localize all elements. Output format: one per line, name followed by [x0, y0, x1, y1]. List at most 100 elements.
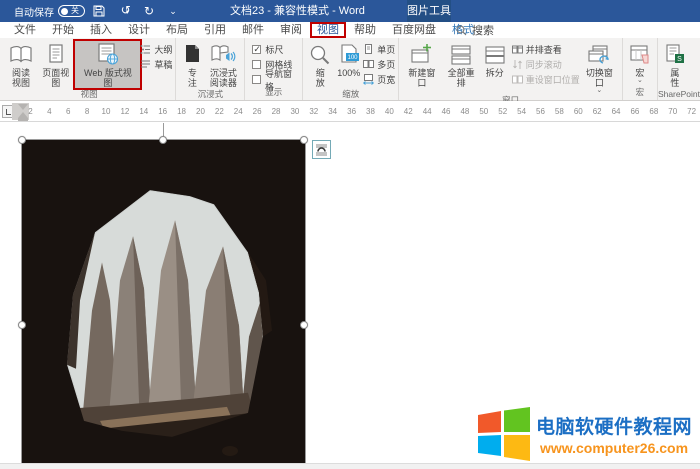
- tab-mailings[interactable]: 邮件: [234, 23, 272, 38]
- autosave-toggle[interactable]: 关: [58, 5, 85, 17]
- search-icon: [456, 25, 467, 36]
- group-show: 标尺 网格线 导航窗格 显示: [245, 38, 303, 100]
- search-control[interactable]: 搜索: [456, 22, 494, 38]
- redo-icon[interactable]: ↻: [141, 4, 157, 18]
- undo-caret-icon[interactable]: ▾: [126, 9, 130, 16]
- print-layout-label: 页面视图: [39, 68, 72, 88]
- immersive-reader-icon: [210, 42, 236, 67]
- group-zoom: 缩放 100 100% 单页 多页 页宽: [303, 38, 399, 100]
- group-macros: 宏 ⌄ 宏: [623, 38, 658, 100]
- tab-file[interactable]: 文件: [6, 23, 44, 38]
- focus-button[interactable]: 专注: [179, 41, 205, 88]
- ruler-number: 50: [474, 102, 493, 122]
- svg-text:100: 100: [347, 55, 358, 61]
- switch-windows-button[interactable]: 切换窗口 ⌄: [580, 41, 619, 94]
- gridlines-checkbox[interactable]: [252, 60, 261, 69]
- immersive-reader-button[interactable]: 沉浸式阅读器: [205, 41, 241, 88]
- ruler-number: 66: [626, 102, 645, 122]
- resize-handle-top-left[interactable]: [18, 136, 26, 144]
- group-sharepoint: S 属性 SharePoint: [658, 38, 700, 100]
- arrange-all-button[interactable]: 全部重排: [442, 41, 481, 88]
- sync-scroll-icon: [512, 59, 523, 70]
- undo-icon[interactable]: ↺▾: [117, 3, 133, 20]
- horizontal-ruler[interactable]: 2468101214161820222426283032343638404244…: [0, 101, 700, 122]
- outline-button[interactable]: 大纲: [140, 43, 172, 56]
- side-by-side-button[interactable]: 并排查看: [512, 43, 580, 56]
- nav-pane-checkbox-row[interactable]: 导航窗格: [252, 73, 299, 86]
- ruler-number: 64: [607, 102, 626, 122]
- resize-handle-middle-right[interactable]: [300, 321, 308, 329]
- document-canvas[interactable]: 电脑软硬件教程网 www.computer26.com: [0, 122, 700, 469]
- web-layout-icon: [96, 42, 120, 67]
- reset-position-icon: [512, 74, 523, 85]
- properties-button[interactable]: S 属性: [661, 41, 689, 88]
- macros-button[interactable]: 宏 ⌄: [626, 41, 654, 84]
- outline-icon: [140, 44, 151, 55]
- read-mode-icon: [9, 42, 33, 67]
- ruler-number: 34: [323, 102, 342, 122]
- layout-options-icon: [315, 143, 328, 156]
- zoom-button[interactable]: 缩放: [306, 41, 334, 88]
- customize-qat-icon[interactable]: ⌄: [165, 4, 181, 18]
- tab-baidu-netdisk[interactable]: 百度网盘: [384, 23, 444, 38]
- focus-icon: [182, 42, 202, 67]
- new-window-button[interactable]: 新建窗口: [402, 41, 441, 88]
- zoom-magnifier-icon: [309, 42, 331, 67]
- ruler-number: 46: [437, 102, 456, 122]
- ruler-number: 60: [569, 102, 588, 122]
- selected-picture[interactable]: [22, 140, 305, 463]
- resize-handle-middle-left[interactable]: [18, 321, 26, 329]
- print-layout-button[interactable]: 页面视图: [36, 41, 75, 88]
- new-window-icon: [410, 42, 434, 67]
- zoom-label: 缩放: [315, 68, 326, 88]
- ruler-number: 48: [455, 102, 474, 122]
- switch-windows-label: 切换窗口: [583, 68, 616, 88]
- tab-references[interactable]: 引用: [196, 23, 234, 38]
- autosave-label: 自动保存: [14, 4, 54, 19]
- autosave-state: 关: [71, 7, 79, 15]
- macros-group-label: 宏: [623, 86, 657, 100]
- first-line-indent-marker[interactable]: [18, 104, 28, 110]
- tab-home[interactable]: 开始: [44, 23, 82, 38]
- immersive-group-label: 沉浸式: [176, 88, 244, 100]
- tab-design[interactable]: 设计: [120, 23, 158, 38]
- rotation-handle[interactable]: [163, 123, 164, 137]
- read-mode-button[interactable]: 阅读视图: [6, 41, 36, 88]
- tab-insert[interactable]: 插入: [82, 23, 120, 38]
- one-page-button[interactable]: 单页: [363, 43, 395, 56]
- zoom-100-button[interactable]: 100 100%: [334, 41, 363, 78]
- ribbon: 阅读视图 页面视图 Web 版式视图 大纲: [0, 38, 700, 101]
- web-layout-button[interactable]: Web 版式视图: [75, 41, 140, 88]
- page-width-button[interactable]: 页宽: [363, 73, 395, 86]
- picture-tools-header: 图片工具: [407, 0, 451, 22]
- ruler-number: 56: [531, 102, 550, 122]
- tab-help[interactable]: 帮助: [346, 23, 384, 38]
- left-indent-marker[interactable]: [18, 118, 28, 121]
- ruler-number: 54: [512, 102, 531, 122]
- layout-options-button[interactable]: [312, 140, 331, 159]
- tab-view[interactable]: 视图: [310, 22, 346, 38]
- multi-page-button[interactable]: 多页: [363, 58, 395, 71]
- draft-button[interactable]: 草稿: [140, 58, 172, 71]
- multi-page-label: 多页: [377, 58, 395, 71]
- ruler-number: 36: [342, 102, 361, 122]
- tab-review[interactable]: 审阅: [272, 23, 310, 38]
- autosave-control[interactable]: 自动保存 关: [14, 4, 85, 19]
- save-icon[interactable]: [93, 5, 109, 17]
- ruler-checkbox[interactable]: [252, 45, 261, 54]
- nav-pane-checkbox[interactable]: [252, 75, 261, 84]
- ruler-checkbox-row[interactable]: 标尺: [252, 43, 299, 56]
- resize-handle-top-right[interactable]: [300, 136, 308, 144]
- ruler-number: 42: [399, 102, 418, 122]
- split-icon: [484, 42, 506, 67]
- ruler-number: 6: [59, 102, 78, 122]
- ruler-number: 40: [380, 102, 399, 122]
- ruler-number: 44: [418, 102, 437, 122]
- ruler-number: 30: [285, 102, 304, 122]
- resize-handle-top-center[interactable]: [159, 136, 167, 144]
- show-group-label: 显示: [245, 86, 302, 100]
- split-button[interactable]: 拆分: [481, 41, 509, 78]
- tab-layout[interactable]: 布局: [158, 23, 196, 38]
- ribbon-tab-row: 文件开始插入设计布局引用邮件审阅视图帮助百度网盘格式 搜索: [0, 22, 700, 38]
- group-window: 新建窗口 全部重排 拆分 并排查看: [399, 38, 623, 100]
